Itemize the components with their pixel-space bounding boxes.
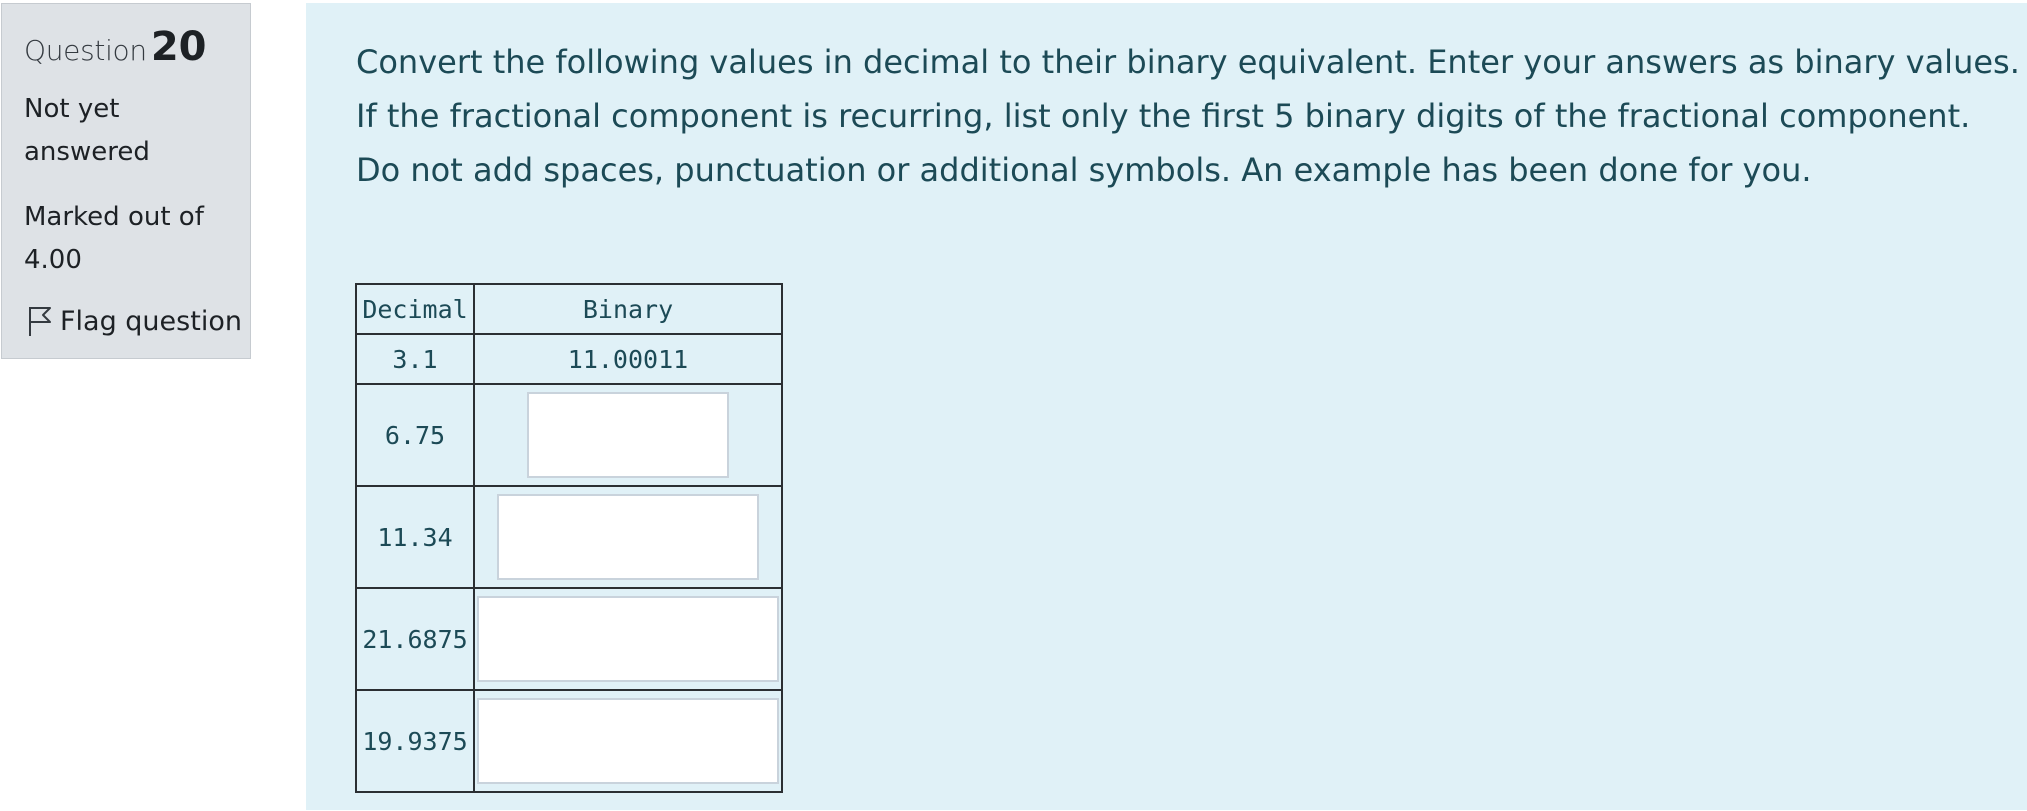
question-text: Convert the following values in decimal … — [356, 35, 2020, 197]
question-number: Question 20 — [24, 24, 207, 70]
example-binary: 11.00011 — [473, 333, 783, 385]
table-header-row: Decimal Binary — [355, 283, 783, 335]
question-grade: Marked out of 4.00 — [24, 202, 204, 275]
flag-question-label: Flag question — [60, 305, 242, 337]
question-number-value: 20 — [150, 24, 207, 70]
table-row: 6.75 — [355, 383, 783, 487]
table-row: 21.6875 — [355, 587, 783, 691]
binary-answer-input[interactable] — [477, 698, 779, 784]
answer-cell — [473, 587, 783, 691]
question-content-panel: Convert the following values in decimal … — [306, 3, 2027, 810]
binary-answer-input[interactable] — [527, 392, 729, 478]
question-text-line-1: Convert the following values in decimal … — [356, 43, 2020, 81]
answer-cell — [473, 485, 783, 589]
answer-cell — [473, 383, 783, 487]
binary-answer-input[interactable] — [477, 596, 779, 682]
flag-icon — [24, 304, 54, 338]
flag-question-button[interactable]: Flag question — [24, 304, 242, 338]
question-text-line-3: Do not add spaces, punctuation or additi… — [356, 151, 1812, 189]
table-row: 19.9375 — [355, 689, 783, 793]
question-info-panel: Question 20 Not yet answered Marked out o… — [1, 3, 251, 359]
binary-answer-input[interactable] — [497, 494, 759, 580]
table-row: 11.34 — [355, 485, 783, 589]
decimal-value: 6.75 — [355, 383, 475, 487]
header-decimal: Decimal — [355, 283, 475, 335]
question-text-line-2: If the fractional component is recurring… — [356, 97, 1971, 135]
header-binary: Binary — [473, 283, 783, 335]
question-word: Question — [24, 34, 147, 67]
decimal-value: 11.34 — [355, 485, 475, 589]
example-row: 3.1 11.00011 — [355, 333, 783, 385]
answer-table: Decimal Binary 3.1 11.00011 6.75 11.34 2… — [355, 283, 783, 793]
example-decimal: 3.1 — [355, 333, 475, 385]
question-state: Not yet answered — [24, 94, 150, 167]
decimal-value: 21.6875 — [355, 587, 475, 691]
answer-cell — [473, 689, 783, 793]
decimal-value: 19.9375 — [355, 689, 475, 793]
